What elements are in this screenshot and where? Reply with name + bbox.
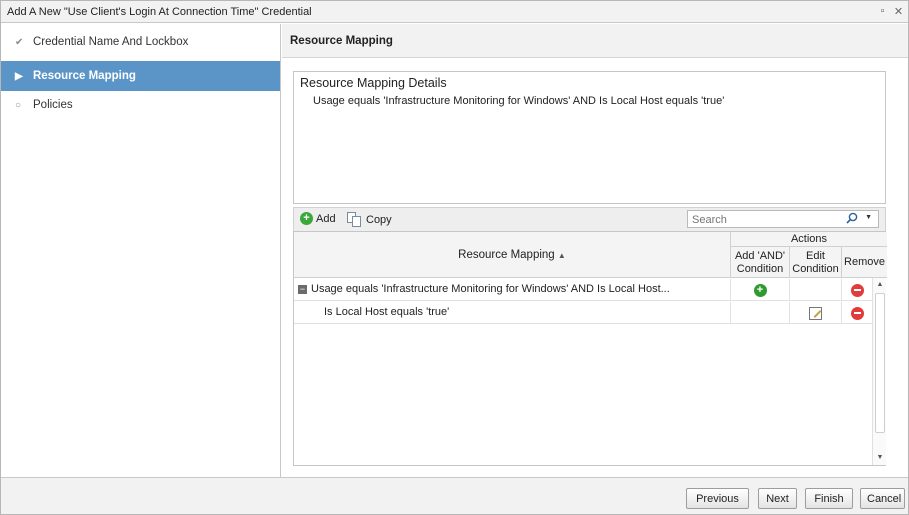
- chevron-down-icon[interactable]: ▼: [865, 214, 872, 221]
- dialog-title: Add A New "Use Client's Login At Connect…: [7, 6, 312, 18]
- column-group-actions: Actions: [731, 232, 887, 247]
- copy-icon: [347, 212, 363, 227]
- scroll-down-icon[interactable]: ▼: [873, 451, 887, 465]
- cell-add-and: +: [731, 279, 790, 301]
- sort-ascending-icon: ▲: [557, 250, 566, 260]
- dialog-footer: Previous Next Finish Cancel: [1, 477, 908, 514]
- finish-button[interactable]: Finish: [805, 488, 853, 509]
- credential-dialog: Add A New "Use Client's Login At Connect…: [0, 0, 909, 515]
- scroll-up-icon[interactable]: ▲: [873, 278, 887, 292]
- resource-mapping-grid: Resource Mapping ▲ Actions Add 'AND' Cond…: [293, 231, 887, 466]
- copy-button[interactable]: Copy: [347, 212, 392, 227]
- main-panel: Resource Mapping Resource Mapping Detail…: [282, 24, 908, 477]
- restore-icon[interactable]: ▫: [877, 5, 888, 18]
- details-text: Usage equals 'Infrastructure Monitoring …: [313, 95, 725, 107]
- details-title: Resource Mapping Details: [300, 76, 447, 90]
- grid-header: Resource Mapping ▲ Actions Add 'AND' Cond…: [294, 232, 887, 278]
- grid-scrollbar[interactable]: ▲ ▼: [872, 278, 886, 465]
- cell-remove: [842, 279, 872, 301]
- cell-edit: [790, 302, 842, 324]
- section-header: Resource Mapping: [282, 24, 908, 58]
- edit-icon[interactable]: [809, 306, 822, 320]
- close-icon[interactable]: ✕: [893, 5, 904, 18]
- collapse-icon[interactable]: −: [298, 284, 307, 294]
- cell-remove: [842, 302, 872, 324]
- row-condition: − Usage equals 'Infrastructure Monitoring…: [294, 279, 731, 301]
- next-button[interactable]: Next: [758, 488, 797, 509]
- search-box: ▼: [687, 210, 879, 228]
- remove-icon[interactable]: [850, 283, 864, 297]
- nav-item-policies[interactable]: ○ Policies: [1, 90, 280, 120]
- scroll-thumb[interactable]: [875, 293, 885, 433]
- row-condition: Is Local Host equals 'true': [294, 302, 731, 324]
- table-row[interactable]: Is Local Host equals 'true': [294, 302, 872, 324]
- circle-bullet-icon: ○: [15, 99, 22, 111]
- add-icon: +: [300, 212, 313, 225]
- column-header-remove: Remove: [844, 256, 885, 268]
- nav-item-label: Credential Name And Lockbox: [33, 36, 189, 48]
- arrow-right-icon: ▶: [15, 70, 23, 82]
- previous-button[interactable]: Previous: [686, 488, 749, 509]
- column-header-add-and-condition: Add 'AND' Condition: [731, 247, 790, 278]
- search-icon[interactable]: [846, 212, 858, 224]
- dialog-titlebar: Add A New "Use Client's Login At Connect…: [1, 1, 908, 23]
- add-button[interactable]: + Add: [300, 212, 336, 225]
- section-title: Resource Mapping: [290, 35, 393, 47]
- copy-label: Copy: [366, 213, 392, 226]
- nav-item-label: Resource Mapping: [33, 70, 136, 82]
- nav-item-label: Policies: [33, 99, 73, 111]
- cell-add-and: [731, 302, 790, 324]
- add-label: Add: [316, 212, 336, 225]
- window-controls: ▫ ✕: [877, 5, 904, 18]
- grid-toolbar: + Add Copy ▼: [293, 207, 886, 231]
- nav-item-credential-name-and-lockbox[interactable]: ✔ Credential Name And Lockbox: [1, 27, 280, 57]
- cancel-button[interactable]: Cancel: [860, 488, 905, 509]
- wizard-steps-nav: ✔ Credential Name And Lockbox ▶ Resource…: [1, 24, 281, 477]
- nav-item-resource-mapping[interactable]: ▶ Resource Mapping: [1, 61, 280, 91]
- checkmark-icon: ✔: [15, 36, 24, 48]
- column-header-resource-mapping[interactable]: Resource Mapping ▲: [294, 232, 731, 278]
- search-input[interactable]: [692, 213, 832, 226]
- remove-icon[interactable]: [850, 306, 864, 320]
- table-row[interactable]: − Usage equals 'Infrastructure Monitoring…: [294, 279, 872, 301]
- add-condition-icon[interactable]: +: [753, 283, 767, 297]
- column-header-edit-condition: Edit Condition: [790, 247, 842, 278]
- resource-mapping-details: Resource Mapping Details Usage equals 'I…: [293, 71, 886, 204]
- cell-edit: [790, 279, 842, 301]
